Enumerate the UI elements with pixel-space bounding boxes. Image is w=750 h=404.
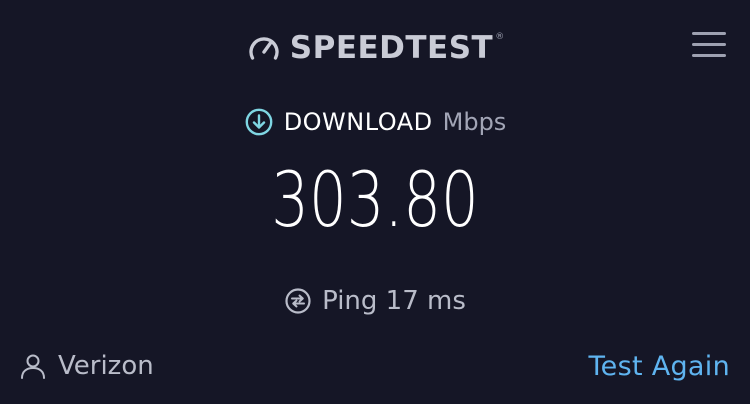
speedtest-result-screen: SPEEDTEST ® DOWNLOAD Mbps 303.80 Ping 17… [0, 0, 750, 404]
speedtest-logo: SPEEDTEST ® [0, 26, 750, 70]
hamburger-menu-icon [692, 32, 726, 35]
ping-info: Ping 17 ms [0, 282, 750, 320]
trademark-symbol: ® [495, 32, 505, 42]
user-icon [21, 354, 45, 379]
menu-button[interactable] [690, 30, 728, 60]
download-label: DOWNLOAD [283, 108, 433, 136]
download-header: DOWNLOAD Mbps [0, 104, 750, 140]
speed-unit: Mbps [442, 108, 507, 136]
speedometer-icon [249, 37, 279, 60]
provider-name: Verizon [58, 351, 154, 381]
ping-text: Ping 17 ms [322, 286, 466, 316]
provider-info: Verizon [18, 346, 154, 386]
test-again-button[interactable]: Test Again [588, 346, 730, 386]
download-arrow-icon [245, 108, 273, 136]
logo-text: SPEEDTEST [289, 29, 494, 66]
download-speed-value: 303.80 [271, 155, 479, 244]
ping-icon [285, 288, 311, 314]
